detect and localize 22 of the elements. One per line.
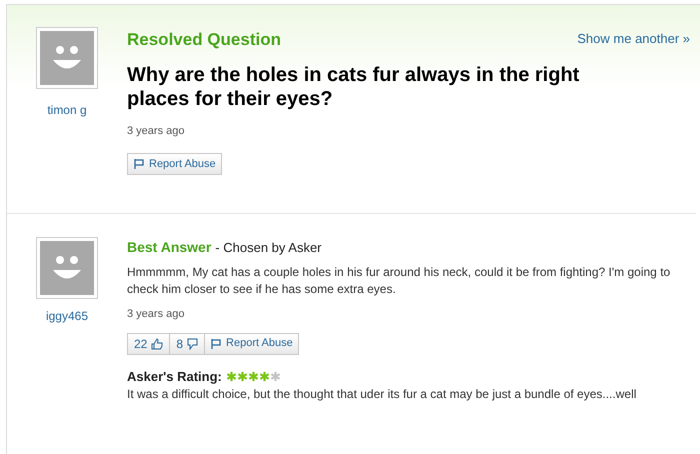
- flag-icon: [210, 338, 222, 350]
- avatar-icon: [36, 237, 98, 299]
- username-link[interactable]: iggy465: [46, 307, 88, 325]
- section-heading: Best Answer: [127, 238, 212, 257]
- answer-text: Hmmmmm, My cat has a couple holes in his fur around his neck, could it be from fighting? I'm going to check him closer to see if he has some extra eyes.: [127, 264, 672, 298]
- username-link[interactable]: timon g: [47, 101, 87, 119]
- rating-comment: It was a difficult choice, but the thought that uder its fur a cat may be just a bundle of eyes....well: [127, 386, 638, 402]
- timestamp: 3 years ago: [127, 307, 186, 322]
- thumbs-up-icon: [151, 338, 164, 350]
- question-title: Why are the holes in cats fur always in the right places for their eyes?: [127, 62, 580, 110]
- report-abuse-button[interactable]: Report Abuse: [204, 332, 299, 354]
- show-another-link[interactable]: Show me another »: [577, 29, 690, 48]
- rating-label: Asker's Rating:: [127, 368, 222, 386]
- flag-icon: [133, 158, 145, 170]
- section-heading: Resolved Question: [127, 29, 281, 51]
- thumbs-up-button[interactable]: 22: [127, 332, 170, 354]
- avatar-icon: [36, 27, 98, 89]
- speech-bubble-icon: [187, 338, 198, 350]
- thumbs-down-button[interactable]: 8: [169, 332, 204, 354]
- report-abuse-button[interactable]: Report Abuse: [127, 153, 222, 175]
- chosen-label: - Chosen by Asker: [215, 239, 322, 257]
- timestamp: 3 years ago: [127, 124, 186, 138]
